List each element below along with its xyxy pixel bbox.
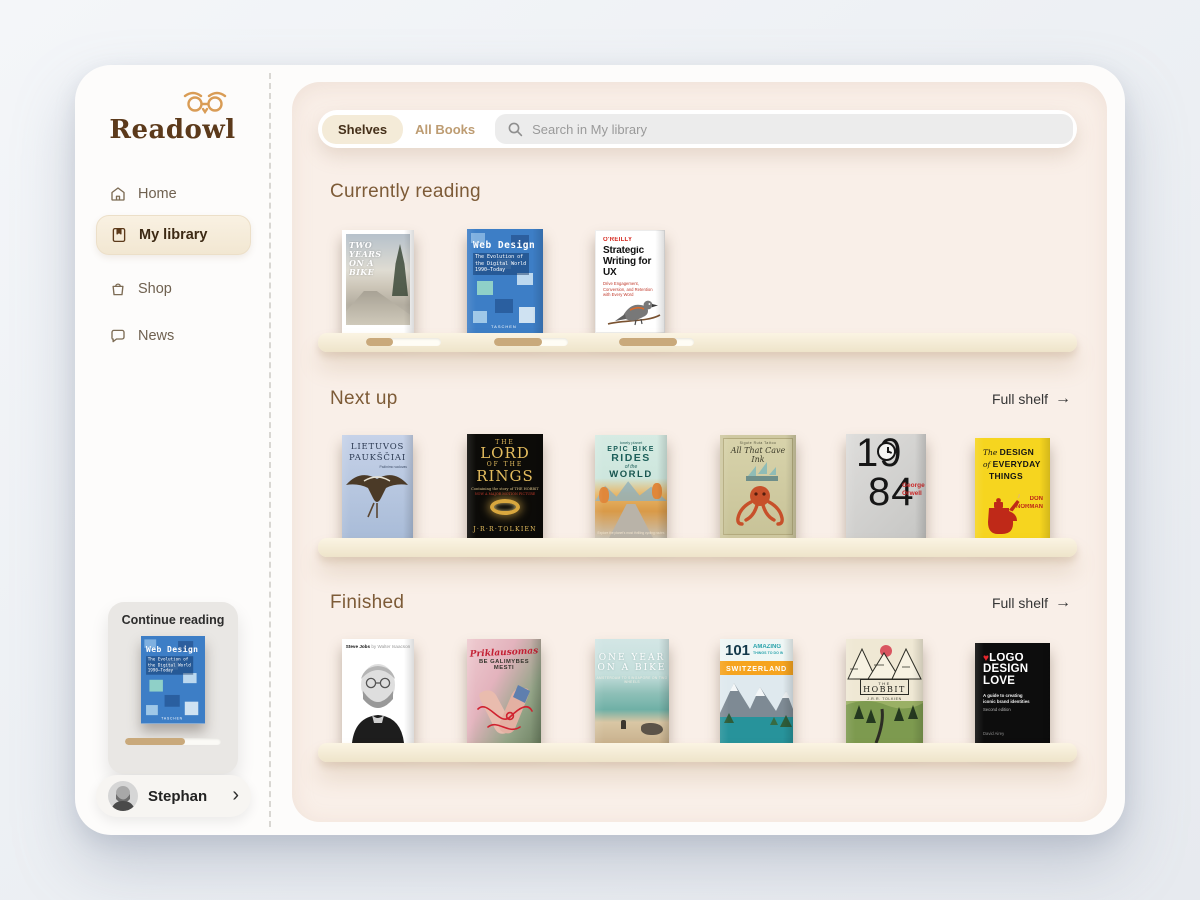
- topbar: Shelves All Books: [318, 110, 1077, 148]
- book-one-year-on-a-bike[interactable]: ONE YEAR ON A BIKE AMSTERDAM TO SINGAPOR…: [595, 639, 669, 743]
- continue-reading-title: Continue reading: [108, 602, 238, 627]
- shelf-bar: [318, 538, 1077, 557]
- book-strategic-writing-for-ux[interactable]: O'REILLY Strategic Writing for UX Drive …: [595, 230, 665, 333]
- mountain-lake-illustration: [720, 675, 793, 743]
- book-web-design[interactable]: Web Design The Evolution of the Digital …: [467, 229, 543, 333]
- sidebar-item-home[interactable]: Home: [96, 175, 251, 213]
- portrait-illustration: [348, 653, 408, 743]
- gold-ring-illustration: [490, 499, 520, 515]
- full-shelf-link-next-up[interactable]: Full shelf →: [992, 391, 1071, 407]
- sidebar-item-shop[interactable]: Shop: [96, 270, 251, 308]
- person-illustration: [621, 720, 626, 729]
- book-design-of-everyday-things[interactable]: The DESIGN of EVERYDAY THINGS DON NORMAN: [975, 438, 1050, 538]
- book-epic-bike-rides[interactable]: lonely planet EPIC BIKE RIDES of the WOR…: [595, 435, 667, 538]
- book-lord-of-the-rings[interactable]: THE LORD OF THE RINGS Containing the sto…: [467, 434, 543, 538]
- clock-illustration: [877, 442, 896, 461]
- section-title-finished: Finished: [330, 592, 404, 614]
- avatar: [108, 781, 138, 811]
- chevron-right-icon[interactable]: ›: [232, 785, 239, 808]
- book-cover-web-design-mini: Web Design The Evolution of the Digital …: [141, 636, 205, 724]
- main-panel: Shelves All Books Currently reading Next…: [292, 82, 1107, 822]
- shelf-bar: [318, 333, 1077, 352]
- book-logo-design-love[interactable]: ♥LOGO DESIGN LOVE A guide to creating ic…: [975, 643, 1050, 743]
- sidebar-divider: [269, 73, 271, 827]
- continue-reading-book-cover[interactable]: Web Design The Evolution of the Digital …: [141, 636, 205, 724]
- sidebar-item-news[interactable]: News: [96, 317, 251, 355]
- brand-name: Readowl: [75, 115, 270, 145]
- book-lietuvos-paukschiai[interactable]: LIETUVOS PAUKŠČIAI Pažinimo vadovas: [342, 435, 413, 538]
- sidebar-item-label: Shop: [138, 281, 172, 297]
- reading-progress-web-design: [494, 338, 568, 346]
- section-title-next-up: Next up: [330, 388, 398, 410]
- reading-progress-strategic: [619, 338, 694, 346]
- eagle-illustration: [344, 467, 410, 521]
- shelf-next-up: LIETUVOS PAUKŠČIAI Pažinimo vadovas THE …: [292, 412, 1107, 557]
- shelf-bar: [318, 743, 1077, 762]
- book-the-hobbit[interactable]: THE HOBBIT J.R.R. TOLKIEN: [846, 639, 923, 743]
- book-1984[interactable]: 19 84 George Orwell: [846, 434, 926, 538]
- continue-reading-card[interactable]: Continue reading Web Design The Evolutio…: [108, 602, 238, 774]
- sidebar-item-label: News: [138, 328, 174, 344]
- profile-name: Stephan: [148, 788, 222, 805]
- shelf-finished: Steve Jobs by Walter Isaacson P: [292, 617, 1107, 762]
- section-title-currently-reading: Currently reading: [330, 181, 481, 203]
- tab-shelves[interactable]: Shelves: [322, 115, 403, 144]
- arrow-right-icon: →: [1055, 391, 1071, 407]
- sidebar-item-label: My library: [139, 227, 208, 243]
- tree-illustration: [599, 487, 609, 503]
- rocks-illustration: [641, 723, 663, 735]
- tree-illustration: [652, 483, 662, 499]
- shopping-bag-icon: [109, 280, 127, 298]
- continue-reading-progress: [125, 738, 221, 745]
- book-steve-jobs[interactable]: Steve Jobs by Walter Isaacson: [342, 639, 414, 743]
- chat-bubble-icon: [109, 327, 127, 345]
- full-shelf-link-finished[interactable]: Full shelf →: [992, 595, 1071, 611]
- octopus-ship-illustration: [732, 460, 788, 528]
- search-icon: [507, 121, 523, 137]
- reading-progress-two-years: [366, 338, 441, 346]
- profile-button[interactable]: Stephan ›: [96, 775, 251, 817]
- shelf-currently-reading: TWO YEARS ON A BIKE Web Design The Evolu…: [292, 207, 1107, 352]
- book-two-years-on-a-bike[interactable]: TWO YEARS ON A BIKE: [342, 230, 414, 333]
- owl-icon: [181, 89, 229, 115]
- sidebar-item-label: Home: [138, 186, 177, 202]
- book-priklausomas[interactable]: Priklausomas BE GALIMYBĖS MESTI: [467, 639, 541, 743]
- book-icon: [110, 226, 128, 244]
- home-icon: [109, 185, 127, 203]
- book-101-switzerland[interactable]: 101 AMAZING THINGS TO DO IN SWITZERLAND: [720, 639, 793, 743]
- brand-logo: Readowl: [75, 89, 270, 145]
- arrow-right-icon: →: [1055, 595, 1071, 611]
- search-input[interactable]: [532, 122, 1061, 137]
- tab-all-books[interactable]: All Books: [403, 115, 487, 144]
- bird-illustration: [606, 288, 662, 330]
- sidebar-item-my-library[interactable]: My library: [96, 215, 251, 255]
- app-window: Readowl Home My library Shop: [75, 65, 1125, 835]
- book-script-octopus[interactable]: Sigute Ruta Tattoo All That Cave Ink: [720, 435, 796, 538]
- hands-red-string-illustration: [474, 683, 534, 741]
- teapot-illustration: [981, 494, 1025, 536]
- search-bar[interactable]: [495, 114, 1073, 144]
- hobbit-title-frame: THE HOBBIT: [860, 679, 909, 695]
